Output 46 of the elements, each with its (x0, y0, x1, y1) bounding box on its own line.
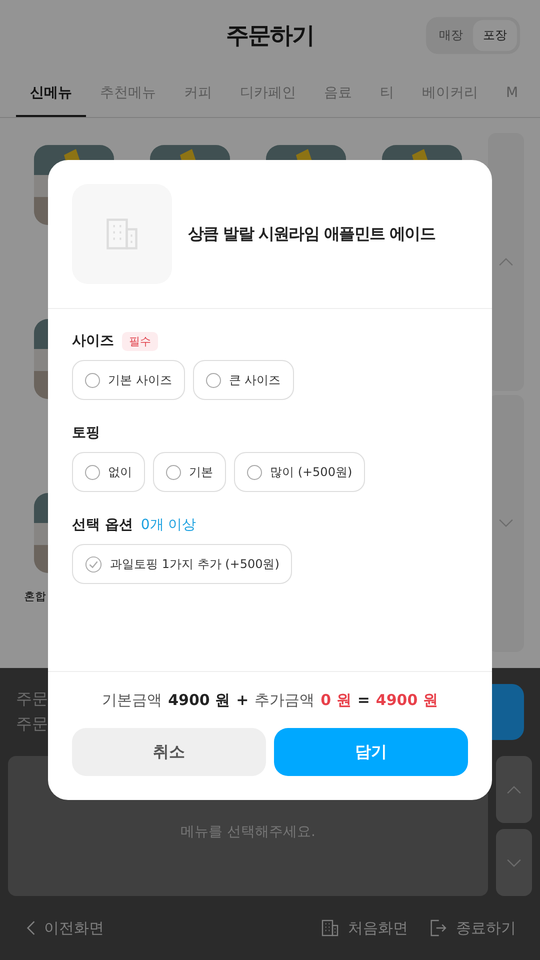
price-label: 기본금액 (102, 690, 162, 710)
home-button[interactable]: 처음화면 (320, 918, 408, 938)
category-tab[interactable]: 커피 (170, 70, 226, 117)
price-label: 추가금액 (254, 690, 315, 710)
category-tab[interactable]: 티 (366, 70, 408, 117)
price-value: 0 원 (320, 690, 352, 710)
category-tab[interactable]: 디카페인 (226, 70, 310, 117)
plus-sign: + (236, 691, 249, 709)
required-badge: 필수 (122, 332, 158, 350)
back-button[interactable]: 이전화면 (26, 918, 104, 938)
scroll-up-button[interactable] (488, 133, 524, 390)
order-summary-text: 주문 (16, 714, 48, 735)
option-group-title: 선택 옵션 (72, 516, 133, 534)
category-tab[interactable]: 음료 (310, 70, 366, 117)
add-button[interactable]: 담기 (274, 728, 468, 776)
equals-sign: = (357, 691, 370, 709)
option-group-title: 사이즈 (72, 332, 114, 350)
building-icon (320, 918, 340, 938)
page-title: 주문하기 (226, 22, 314, 50)
option-group-title: 토핑 (72, 424, 100, 442)
exit-button[interactable]: 종료하기 (428, 918, 516, 938)
radio-option[interactable]: 기본 사이즈 (72, 360, 185, 400)
option-count-note: 0개 이상 (140, 516, 196, 534)
exit-icon (428, 918, 448, 938)
cancel-button[interactable]: 취소 (72, 728, 266, 776)
category-tab[interactable]: 베이커리 (408, 70, 492, 117)
chevron-left-icon (26, 920, 36, 936)
dine-option[interactable]: 매장 (429, 20, 473, 50)
radio-option[interactable]: 큰 사이즈 (192, 360, 294, 400)
checkbox-option[interactable]: 과일토핑 1가지 추가 (+500원) (72, 544, 292, 584)
dine-option[interactable]: 포장 (473, 20, 517, 50)
total-price: 4900 원 (376, 690, 438, 710)
radio-option[interactable]: 기본 (153, 452, 226, 492)
category-tab[interactable]: M (492, 70, 532, 117)
price-value: 4900 원 (168, 690, 230, 710)
category-tab[interactable]: 추천메뉴 (86, 70, 170, 117)
chevron-up-icon (506, 784, 522, 794)
chevron-up-icon (498, 256, 514, 267)
radio-option[interactable]: 많이 (+500원) (234, 452, 366, 492)
menu-name: 혼합 (24, 589, 46, 604)
chevron-down-icon (498, 518, 514, 528)
order-summary-text: 주문 (16, 689, 48, 710)
chevron-down-icon (506, 858, 522, 868)
radio-option[interactable]: 없이 (72, 452, 145, 492)
category-tab[interactable]: 신메뉴 (16, 70, 86, 117)
product-title: 상큼 발랄 시원라임 애플민트 에이드 (188, 224, 436, 244)
